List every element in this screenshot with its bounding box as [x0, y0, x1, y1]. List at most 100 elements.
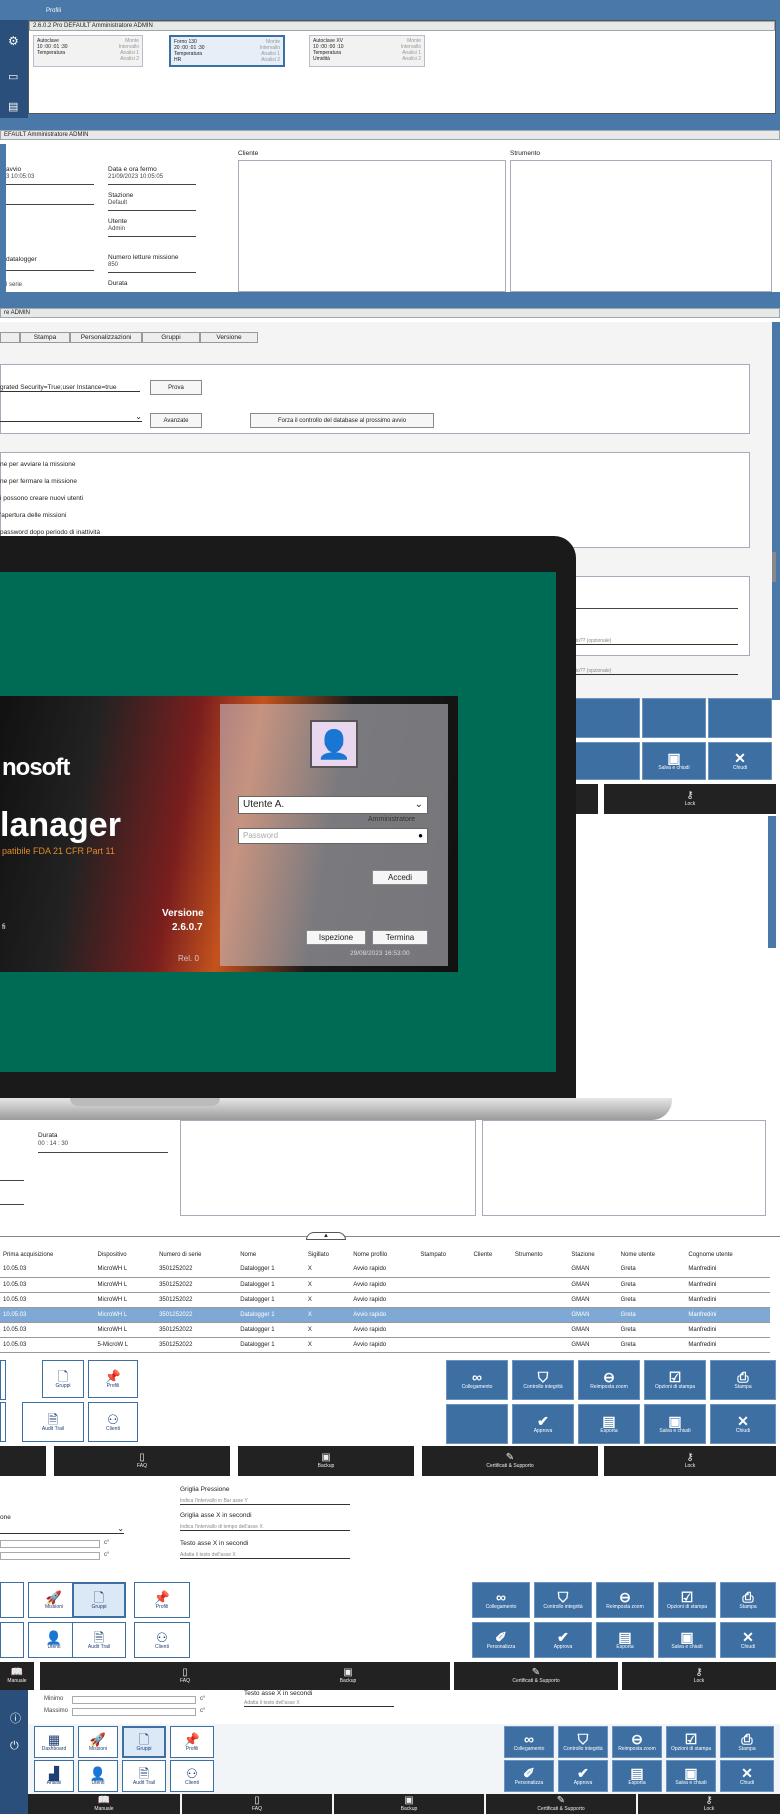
user-select[interactable]: Utente A. ⌄ — [238, 796, 428, 814]
close-button[interactable]: ✕ Chiudi — [708, 742, 772, 780]
db-select[interactable]: ⌄ — [0, 412, 142, 422]
max-field[interactable] — [0, 1552, 100, 1560]
column-header[interactable]: Numero di serie — [156, 1247, 237, 1262]
lock-button[interactable]: ⚷ Lock — [622, 1662, 776, 1690]
reset-zoom-button[interactable]: ⊖ Reimposta zoom — [596, 1582, 654, 1618]
backup-button[interactable]: ▣ Backup — [334, 1794, 484, 1814]
column-header[interactable]: Nome utente — [618, 1247, 686, 1262]
users-button[interactable]: 👤 Utenti — [78, 1760, 118, 1792]
table-row[interactable]: 10.05.03 MicroWH L 3501252022 Datalogger 1 X… — [0, 1277, 770, 1292]
option-check[interactable]: ne per avviare la missione — [0, 456, 100, 473]
table-row[interactable]: 10.05.03 MicroWH L 3501252022 Datalogger 1 X… — [0, 1322, 770, 1337]
column-header[interactable]: Dispositivo — [95, 1247, 157, 1262]
min-field[interactable] — [72, 1696, 196, 1704]
print-options-button[interactable]: ☑ Opzioni di stampa — [658, 1582, 716, 1618]
column-header[interactable]: Nome profilo — [350, 1247, 417, 1262]
connection-button[interactable]: ∞ Collegamento — [472, 1582, 530, 1618]
approve-button[interactable]: ✔ Approva — [558, 1760, 608, 1792]
manual-button[interactable]: 📖 Manuale — [0, 1662, 34, 1690]
inspect-button[interactable]: Ispezione — [306, 930, 366, 945]
option-check[interactable]: i possono creare nuovi utenti — [0, 490, 100, 507]
connection-button[interactable]: ∞ Collegamento — [504, 1726, 554, 1758]
profiles-button[interactable]: 📌 Profili — [134, 1582, 190, 1618]
save-close-button[interactable]: ▣ Salva e chiudi — [658, 1622, 716, 1658]
print-button[interactable]: ⎙ Stampa — [720, 1582, 776, 1618]
backup-button[interactable]: ▣ Backup — [238, 1446, 414, 1476]
lock-button[interactable]: ⚷ Lock — [638, 1794, 780, 1814]
groups-button[interactable]: 🗋 Gruppi — [42, 1360, 84, 1398]
folder-icon[interactable]: ▤ — [8, 100, 18, 113]
clients-button[interactable]: ⚇ Clienti — [134, 1622, 190, 1658]
close-button[interactable]: ✕ Chiudi — [710, 1404, 776, 1444]
print-button[interactable]: ⎙ Stampa — [710, 1360, 776, 1400]
reset-zoom-button[interactable]: ⊖ Reimposta zoom — [612, 1726, 662, 1758]
audit-trail-button[interactable]: 🗎 Audit Trail — [22, 1402, 84, 1442]
profiles-button[interactable]: 📌 Profili — [170, 1726, 214, 1758]
close-button[interactable]: ✕ Chiudi — [720, 1622, 776, 1658]
scrollbar[interactable] — [772, 552, 776, 582]
monitor-icon[interactable]: ▭ — [8, 70, 18, 83]
max-field[interactable] — [72, 1708, 196, 1716]
approve-button[interactable]: ✔ Approva — [512, 1404, 574, 1444]
reset-zoom-button[interactable]: ⊖ Reimposta zoom — [578, 1360, 640, 1400]
table-row[interactable]: 10.05.03 MicroWH L 3501252022 Datalogger 1 X… — [0, 1262, 770, 1277]
lock-button[interactable]: ⚷ Lock — [604, 1446, 776, 1476]
save-close-button[interactable]: ▣ Salva e chiudi — [642, 742, 706, 780]
tab-stampa[interactable]: Stampa — [20, 332, 70, 343]
force-db-check-button[interactable]: Forza il controllo del database al pross… — [250, 413, 434, 428]
certificates-button[interactable]: ✎ Certificati & Supporto — [454, 1662, 618, 1690]
export-button[interactable]: ▤ Esporta — [578, 1404, 640, 1444]
unit-select[interactable]: ⌄ — [0, 1524, 124, 1534]
column-header[interactable]: Sigillato — [305, 1247, 350, 1262]
print-options-button[interactable]: ☑ Opzioni di stampa — [666, 1726, 716, 1758]
tab-personalizzazioni[interactable]: Personalizzazioni — [70, 332, 142, 343]
audit-trail-button[interactable]: 🗎 Audit Trail — [72, 1622, 126, 1658]
tab-gruppi[interactable]: Gruppi — [142, 332, 200, 343]
column-header[interactable]: Prima acquisizione — [0, 1247, 95, 1262]
print-button[interactable]: ⎙ Stampa — [720, 1726, 774, 1758]
info-icon[interactable]: ⓘ — [10, 1710, 21, 1726]
audit-trail-button[interactable]: 🗎 Audit Trail — [122, 1760, 166, 1792]
option-check[interactable]: 'apertura delle missioni — [0, 507, 100, 524]
column-header[interactable]: Stazione — [568, 1247, 617, 1262]
profiles-button[interactable]: 📌 Profili — [88, 1360, 138, 1398]
profile-card-selected[interactable]: Forno 130 20 :00 :01 :30 Temperatura HR Mon… — [169, 35, 285, 67]
password-input[interactable]: Password ● — [238, 828, 428, 844]
connection-button[interactable]: ∞ Collegamento — [446, 1360, 508, 1400]
print-options-button[interactable]: ☑ Opzioni di stampa — [644, 1360, 706, 1400]
tab-versione[interactable]: Versione — [200, 332, 258, 343]
save-close-button[interactable]: ▣ Salva e chiudi — [644, 1404, 706, 1444]
customize-button[interactable]: ✐ Personalizza — [504, 1760, 554, 1792]
column-header[interactable]: Cliente — [470, 1247, 511, 1262]
faq-button[interactable]: ▯ FAQ — [182, 1794, 332, 1814]
column-header[interactable]: Nome — [237, 1247, 305, 1262]
profile-card[interactable]: Autoclave XV 10 :00 :00 :10 Temperatura Umi… — [309, 35, 425, 67]
min-field[interactable] — [0, 1540, 100, 1548]
integrity-button[interactable]: ⛉ Controllo integrità — [534, 1582, 592, 1618]
certificates-button[interactable]: ✎ Certificati & Supporto — [422, 1446, 598, 1476]
integrity-button[interactable]: ⛉ Controllo integrità — [512, 1360, 574, 1400]
table-row[interactable]: 10.05.03 MicroWH L 3501252022 Datalogger 1 X… — [0, 1307, 770, 1322]
missions-button[interactable]: 🚀 Missioni — [78, 1726, 118, 1758]
close-button[interactable]: ✕ Chiudi — [720, 1760, 774, 1792]
collapse-handle[interactable]: ▲ — [306, 1232, 346, 1240]
eye-icon[interactable]: ● — [418, 831, 423, 841]
certificates-button[interactable]: ✎ Certificati & Supporto — [486, 1794, 636, 1814]
integrity-button[interactable]: ⛉ Controllo integrità — [558, 1726, 608, 1758]
groups-button[interactable]: 🗋 Gruppi — [122, 1726, 166, 1758]
save-close-button[interactable]: ▣ Salva e chiudi — [666, 1760, 716, 1792]
lock-button[interactable]: ⚷ Lock — [604, 784, 776, 814]
clients-button[interactable]: ⚇ Clienti — [88, 1402, 138, 1442]
gear-icon[interactable]: ⚙ — [8, 34, 19, 48]
login-button[interactable]: Accedi — [372, 870, 428, 885]
advanced-button[interactable]: Avanzate — [150, 413, 202, 428]
exit-button[interactable]: Termina — [372, 930, 428, 945]
export-button[interactable]: ▤ Esporta — [596, 1622, 654, 1658]
option-check[interactable]: ne per fermare la missione — [0, 473, 100, 490]
column-header[interactable]: Cognome utente — [685, 1247, 770, 1262]
power-icon[interactable]: ⏻ — [10, 1740, 19, 1753]
test-button[interactable]: Prova — [150, 380, 202, 395]
customize-button[interactable]: ✐ Personalizza — [472, 1622, 530, 1658]
dashboard-button[interactable]: ▦ Dashboard — [34, 1726, 74, 1758]
export-button[interactable]: ▤ Esporta — [612, 1760, 662, 1792]
